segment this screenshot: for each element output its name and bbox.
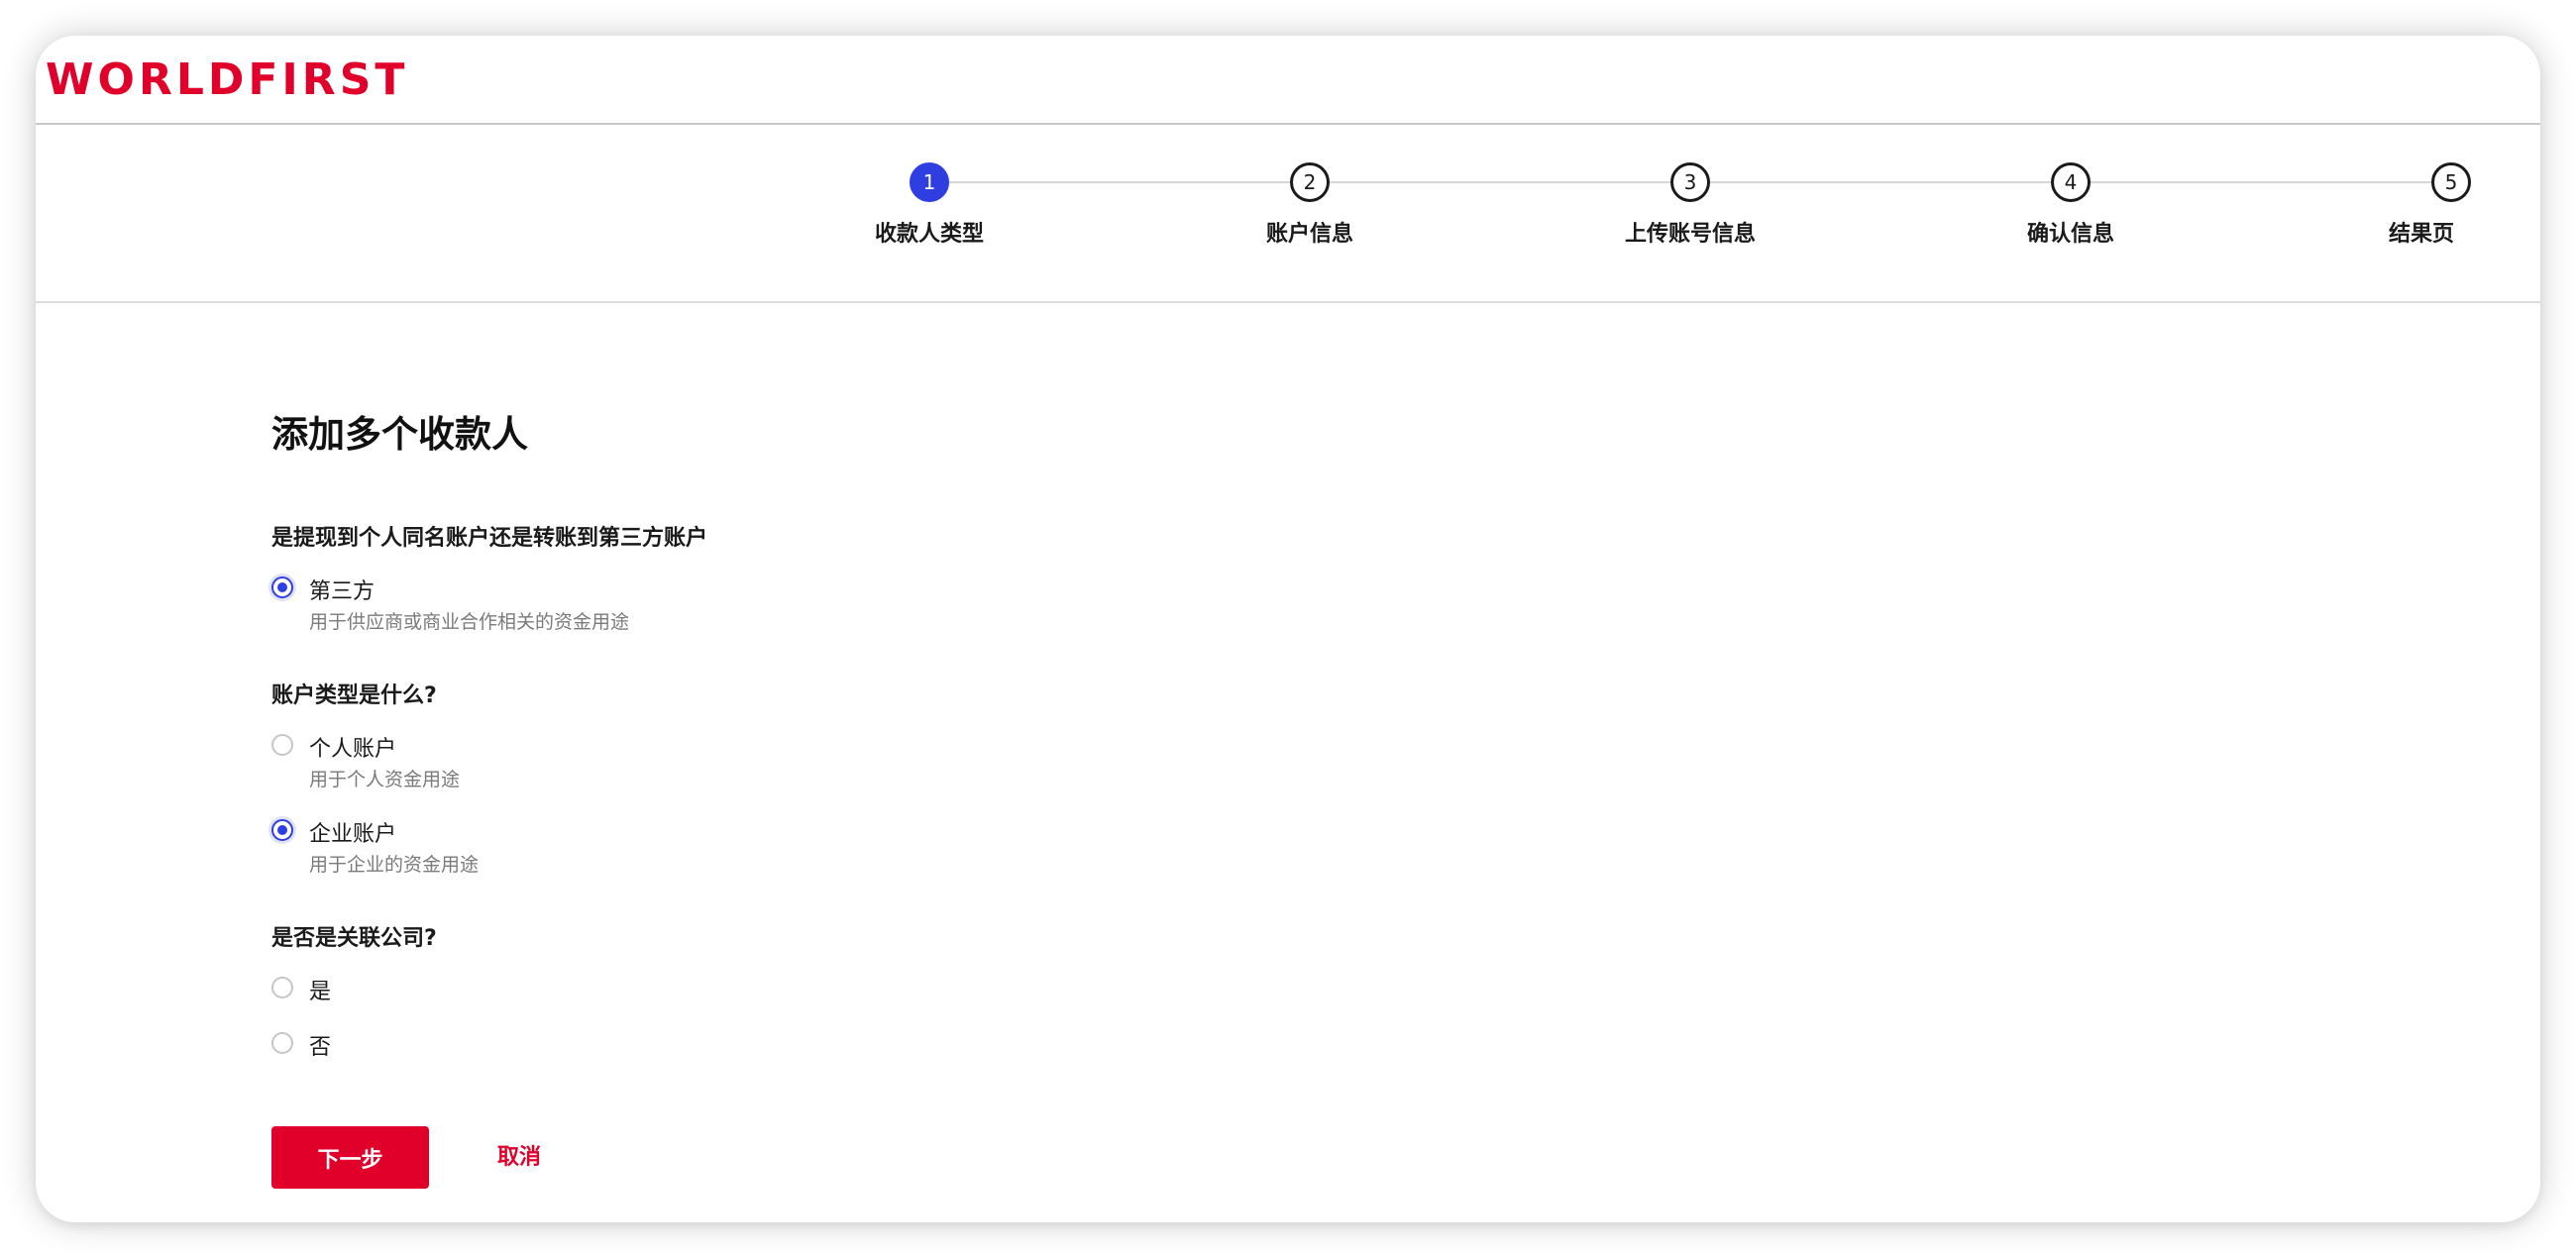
step-4-number: 4 <box>2051 162 2091 202</box>
affiliated-no-label: 否 <box>309 1035 332 1060</box>
step-3-label: 上传账号信息 <box>1624 222 1756 247</box>
affiliated-yes-radio[interactable] <box>271 977 293 998</box>
step-3-number: 3 <box>1670 162 1710 202</box>
affiliated-yes-label: 是 <box>309 980 332 1004</box>
cancel-link[interactable]: 取消 <box>497 1126 541 1189</box>
question-account-type: 账户类型是什么? <box>271 683 437 708</box>
step-1-label: 收款人类型 <box>874 222 984 247</box>
third-party-label: 第三方 <box>309 579 376 604</box>
app-window: WORLDFIRST 1 收款人类型 2 账户信息 3 上传账号信息 4 确认信… <box>36 36 2540 1222</box>
step-2-number: 2 <box>1290 162 1330 202</box>
affiliated-no-radio[interactable] <box>271 1032 293 1054</box>
page-title: 添加多个收款人 <box>271 413 528 456</box>
personal-account-description: 用于个人资金用途 <box>309 769 461 790</box>
progress-stepper: 1 收款人类型 2 账户信息 3 上传账号信息 4 确认信息 5 结果页 <box>36 36 2540 301</box>
business-account-radio[interactable] <box>271 819 293 841</box>
step-2-label: 账户信息 <box>1265 222 1353 247</box>
third-party-radio[interactable] <box>271 577 293 598</box>
stepper-divider <box>36 301 2540 303</box>
next-step-button[interactable]: 下一步 <box>271 1126 429 1189</box>
personal-account-label: 个人账户 <box>309 737 397 762</box>
third-party-description: 用于供应商或商业合作相关的资金用途 <box>309 611 630 633</box>
step-5-label: 结果页 <box>2388 222 2454 247</box>
question-account-destination: 是提现到个人同名账户还是转账到第三方账户 <box>271 526 708 551</box>
business-account-label: 企业账户 <box>309 822 397 847</box>
business-account-description: 用于企业的资金用途 <box>309 854 480 876</box>
step-4-label: 确认信息 <box>2026 222 2114 247</box>
step-5-number: 5 <box>2431 162 2471 202</box>
personal-account-radio[interactable] <box>271 734 293 756</box>
step-1-number: 1 <box>910 162 949 202</box>
question-affiliated-company: 是否是关联公司? <box>271 926 437 951</box>
